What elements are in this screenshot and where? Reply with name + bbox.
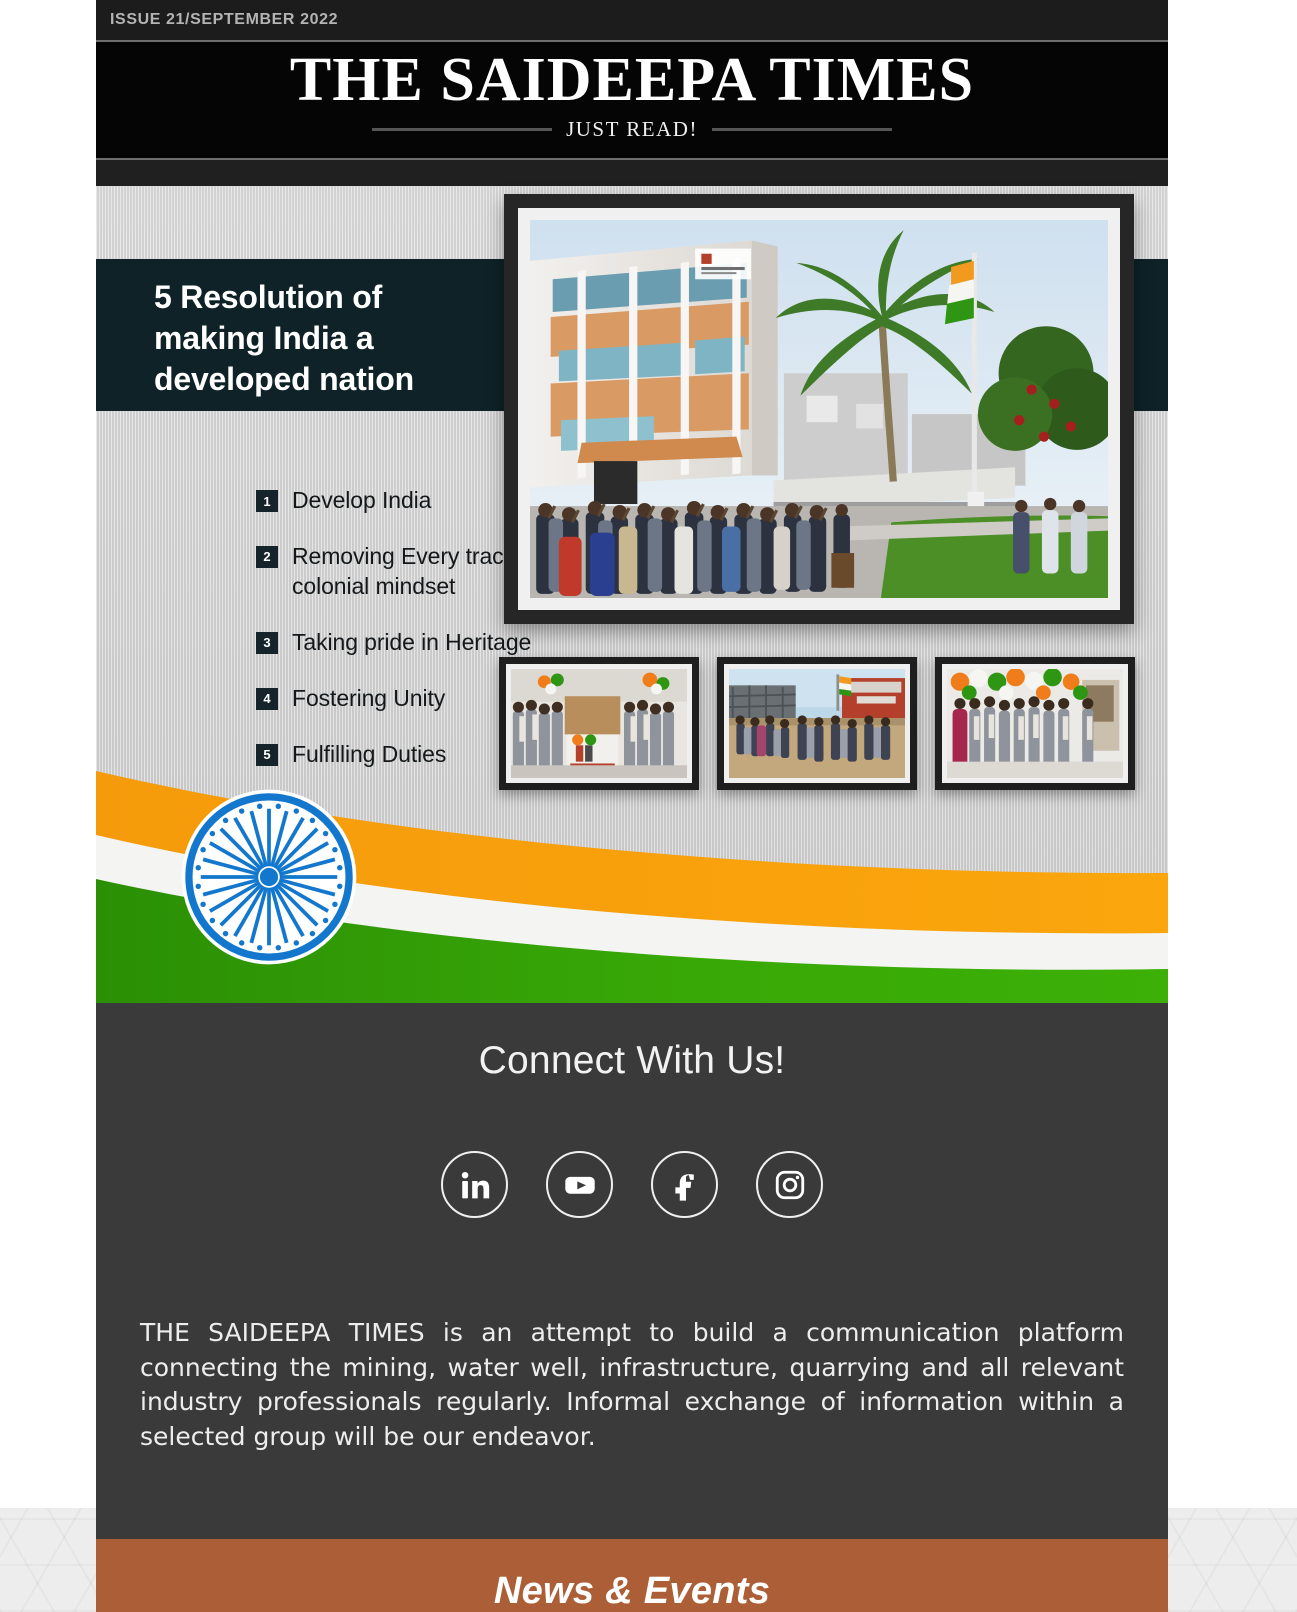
issue-label: ISSUE 21/SEPTEMBER 2022 [110,11,339,28]
tagline-row: JUST READ! [96,117,1168,142]
thumbnail-1 [499,657,699,791]
thumbnail-row [499,657,1144,791]
main-photo-frame [504,194,1134,625]
feature-headline: 5 Resolution of making India a developed… [154,279,414,397]
issue-bar: ISSUE 21/SEPTEMBER 2022 [96,0,1168,40]
tagline-rule-left [372,128,553,132]
masthead-header: ISSUE 21/SEPTEMBER 2022 THE SAIDEEPA TIM… [96,0,1168,187]
instagram-icon[interactable] [756,1151,823,1219]
thumbnail-2-image [729,669,905,779]
thumbnail-3 [935,657,1135,791]
newsletter-page: ISSUE 21/SEPTEMBER 2022 THE SAIDEEPA TIM… [96,0,1168,1612]
list-item-number: 1 [256,490,278,513]
news-events-banner: News & Events [96,1539,1168,1612]
masthead: THE SAIDEEPA TIMES JUST READ! [96,42,1168,159]
thumbnail-1-mat [506,664,692,784]
facebook-icon[interactable] [651,1151,718,1219]
tagline: JUST READ! [566,117,698,142]
main-photo-image [530,220,1108,599]
list-item: 3 Taking pride in Heritage [256,628,596,658]
list-item-label: Develop India [292,487,432,514]
publication-title: THE SAIDEEPA TIMES [289,46,975,114]
about-paragraph: THE SAIDEEPA TIMES is an attempt to buil… [140,1318,1124,1451]
thumbnail-3-mat [942,664,1128,784]
list-item-number: 4 [256,687,278,710]
news-events-title: News & Events [493,1569,771,1612]
list-item-label: Fostering Unity [292,684,446,711]
social-links [96,1151,1168,1219]
news-banner-spacer [96,1511,1168,1540]
feature-section: 5 Resolution of making India a developed… [96,186,1168,1004]
thumbnail-3-image [947,669,1123,779]
linkedin-icon[interactable] [441,1151,508,1219]
main-photo-mat [518,208,1120,611]
connect-section: Connect With Us! THE SAIDEEPA TIMES is a… [96,1003,1168,1512]
list-item-label: Taking pride in Heritage [292,628,532,655]
list-item-number: 2 [256,545,278,568]
thumbnail-2-mat [724,664,910,784]
thumbnail-1-image [511,669,687,779]
youtube-icon[interactable] [546,1151,613,1219]
connect-title: Connect With Us! [478,1039,786,1083]
thumbnail-2 [717,657,917,791]
list-item-number: 3 [256,631,278,654]
header-spacer-band [96,160,1168,187]
tagline-rule-right [711,128,892,132]
ashoka-chakra-icon [181,789,357,965]
